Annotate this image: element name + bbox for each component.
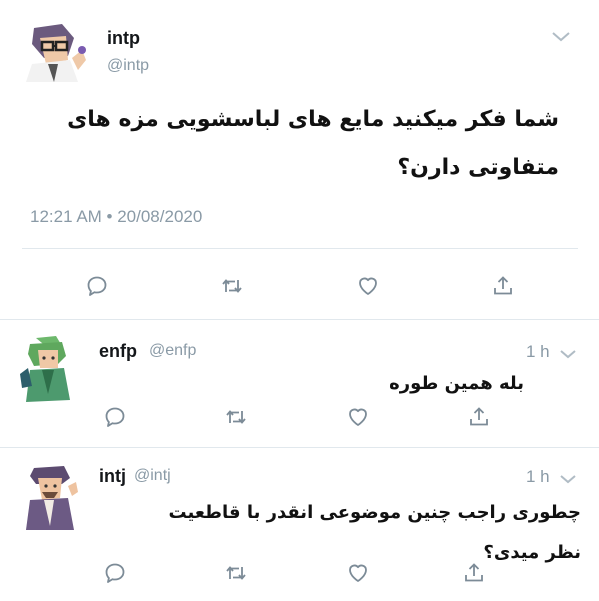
reply-display-name[interactable]: intj (99, 466, 126, 487)
reply-icon[interactable] (103, 405, 127, 429)
main-display-name[interactable]: intp (107, 28, 140, 49)
like-icon[interactable] (346, 561, 370, 585)
divider (0, 447, 599, 448)
avatar-enfp[interactable] (18, 334, 76, 406)
share-icon[interactable] (467, 405, 491, 429)
retweet-icon[interactable] (224, 561, 248, 585)
reply-time[interactable]: 1 h (526, 467, 550, 487)
share-icon[interactable] (491, 274, 515, 298)
main-tweet-text-line2: متفاوتی دارن؟ (397, 155, 559, 180)
reply-handle[interactable]: @intj (134, 467, 171, 485)
reply-text-line: نظر میدی؟ (483, 542, 581, 563)
chevron-down-icon[interactable] (560, 471, 576, 489)
reply-handle[interactable]: @enfp (149, 342, 196, 360)
chevron-down-icon[interactable] (560, 346, 576, 364)
reply-text-line: بله همین طوره (389, 373, 524, 394)
avatar-intj[interactable] (20, 462, 80, 532)
like-icon[interactable] (346, 405, 370, 429)
divider (0, 319, 599, 320)
divider (22, 248, 578, 249)
main-tweet-text-line1: شما فکر میکنید مایع های لباسشویی مزه های (67, 107, 559, 132)
retweet-icon[interactable] (220, 274, 244, 298)
main-timestamp[interactable]: 12:21 AM • 20/08/2020 (30, 207, 202, 227)
main-handle[interactable]: @intp (107, 57, 149, 75)
like-icon[interactable] (356, 274, 380, 298)
reply-text-line: چطوری راجب چنین موضوعی انقدر با قاطعیت (168, 502, 581, 523)
reply-icon[interactable] (85, 274, 109, 298)
reply-time[interactable]: 1 h (526, 342, 550, 362)
reply-display-name[interactable]: enfp (99, 341, 137, 362)
share-icon[interactable] (462, 561, 486, 585)
retweet-icon[interactable] (224, 405, 248, 429)
reply-icon[interactable] (103, 561, 127, 585)
chevron-down-icon[interactable] (552, 29, 570, 47)
avatar-intp[interactable] (22, 20, 88, 82)
